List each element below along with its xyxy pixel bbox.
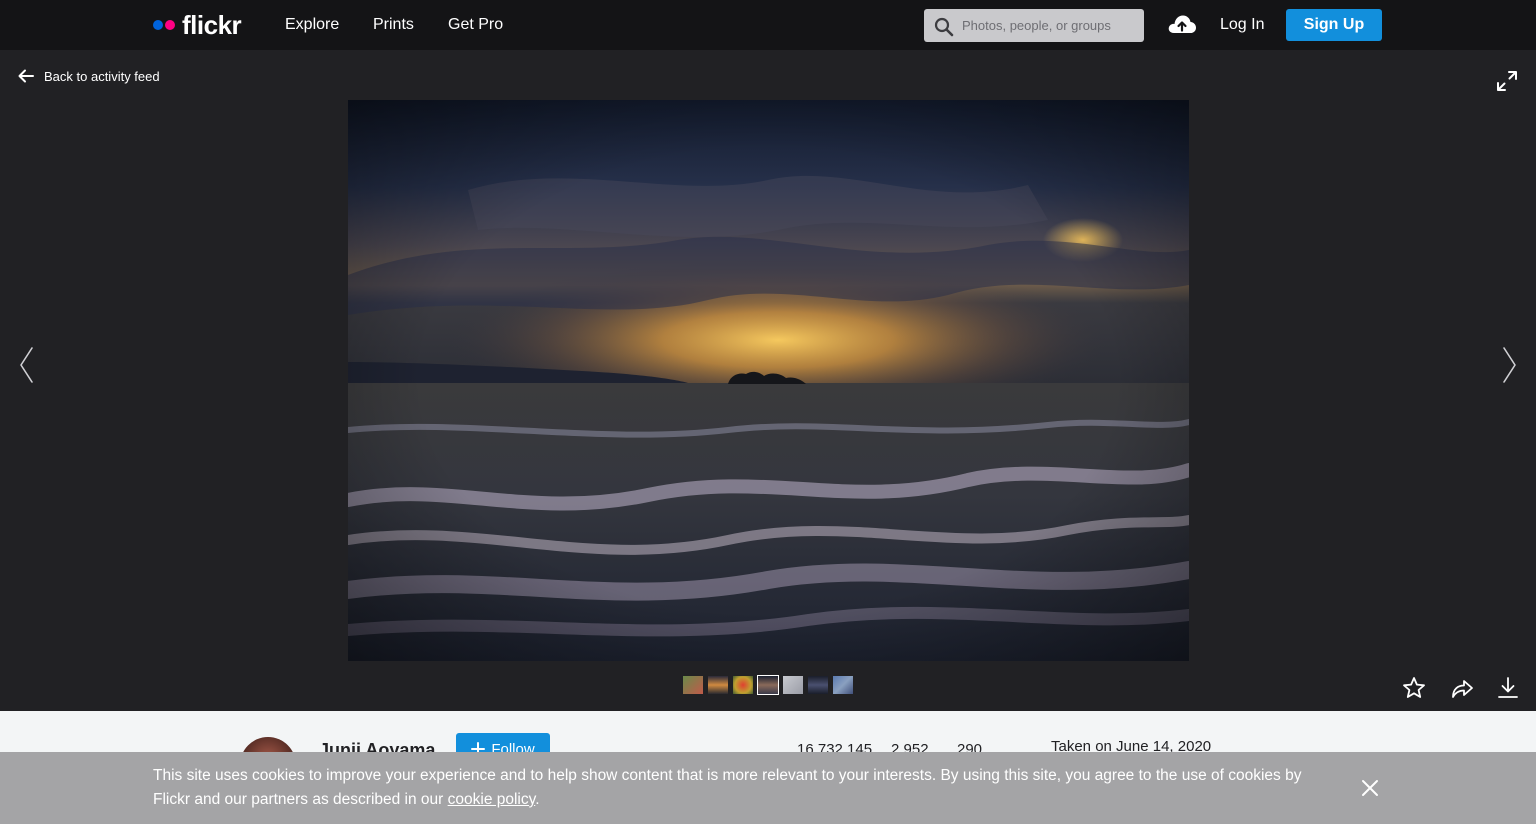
back-arrow-icon xyxy=(18,69,34,83)
logo-text: flickr xyxy=(182,9,242,40)
cookie-text: This site uses cookies to improve your e… xyxy=(153,767,1302,808)
close-icon[interactable] xyxy=(1360,778,1380,798)
download-icon[interactable] xyxy=(1496,676,1520,700)
logo-dot-blue xyxy=(153,20,163,30)
next-arrow-icon[interactable] xyxy=(1500,346,1518,384)
search-box[interactable] xyxy=(924,9,1144,42)
thumbnail[interactable] xyxy=(808,676,828,694)
sign-up-button[interactable]: Sign Up xyxy=(1286,9,1382,41)
main-photo[interactable] xyxy=(348,100,1189,661)
share-icon[interactable] xyxy=(1450,676,1474,700)
star-icon[interactable] xyxy=(1402,676,1426,700)
thumbnail[interactable] xyxy=(833,676,853,694)
logo-dot-pink xyxy=(165,20,175,30)
nav-prints[interactable]: Prints xyxy=(373,0,414,50)
cookie-text-end: . xyxy=(535,791,540,808)
back-label: Back to activity feed xyxy=(44,68,160,84)
thumbnail[interactable] xyxy=(708,676,728,694)
thumbnail[interactable] xyxy=(683,676,703,694)
top-bar: flickr Explore Prints Get Pro Log In Sig… xyxy=(0,0,1536,50)
thumbnail-current[interactable] xyxy=(757,675,779,695)
flickr-logo[interactable]: flickr xyxy=(153,9,242,40)
search-input[interactable] xyxy=(962,9,1138,42)
nav-get-pro[interactable]: Get Pro xyxy=(448,0,503,50)
nav-explore[interactable]: Explore xyxy=(285,0,339,50)
photo-image xyxy=(348,100,1189,661)
cookie-message: This site uses cookies to improve your e… xyxy=(153,764,1333,812)
upload-cloud-icon[interactable] xyxy=(1167,12,1197,36)
search-icon xyxy=(934,17,954,37)
photostream-thumbnails xyxy=(683,675,853,695)
cookie-policy-link[interactable]: cookie policy xyxy=(448,791,536,808)
prev-arrow-icon[interactable] xyxy=(18,346,36,384)
expand-icon[interactable] xyxy=(1496,70,1518,92)
cookie-banner: This site uses cookies to improve your e… xyxy=(0,752,1536,824)
back-to-feed-link[interactable]: Back to activity feed xyxy=(18,66,160,86)
log-in-link[interactable]: Log In xyxy=(1220,0,1264,50)
thumbnail[interactable] xyxy=(783,676,803,694)
thumbnail[interactable] xyxy=(733,676,753,694)
